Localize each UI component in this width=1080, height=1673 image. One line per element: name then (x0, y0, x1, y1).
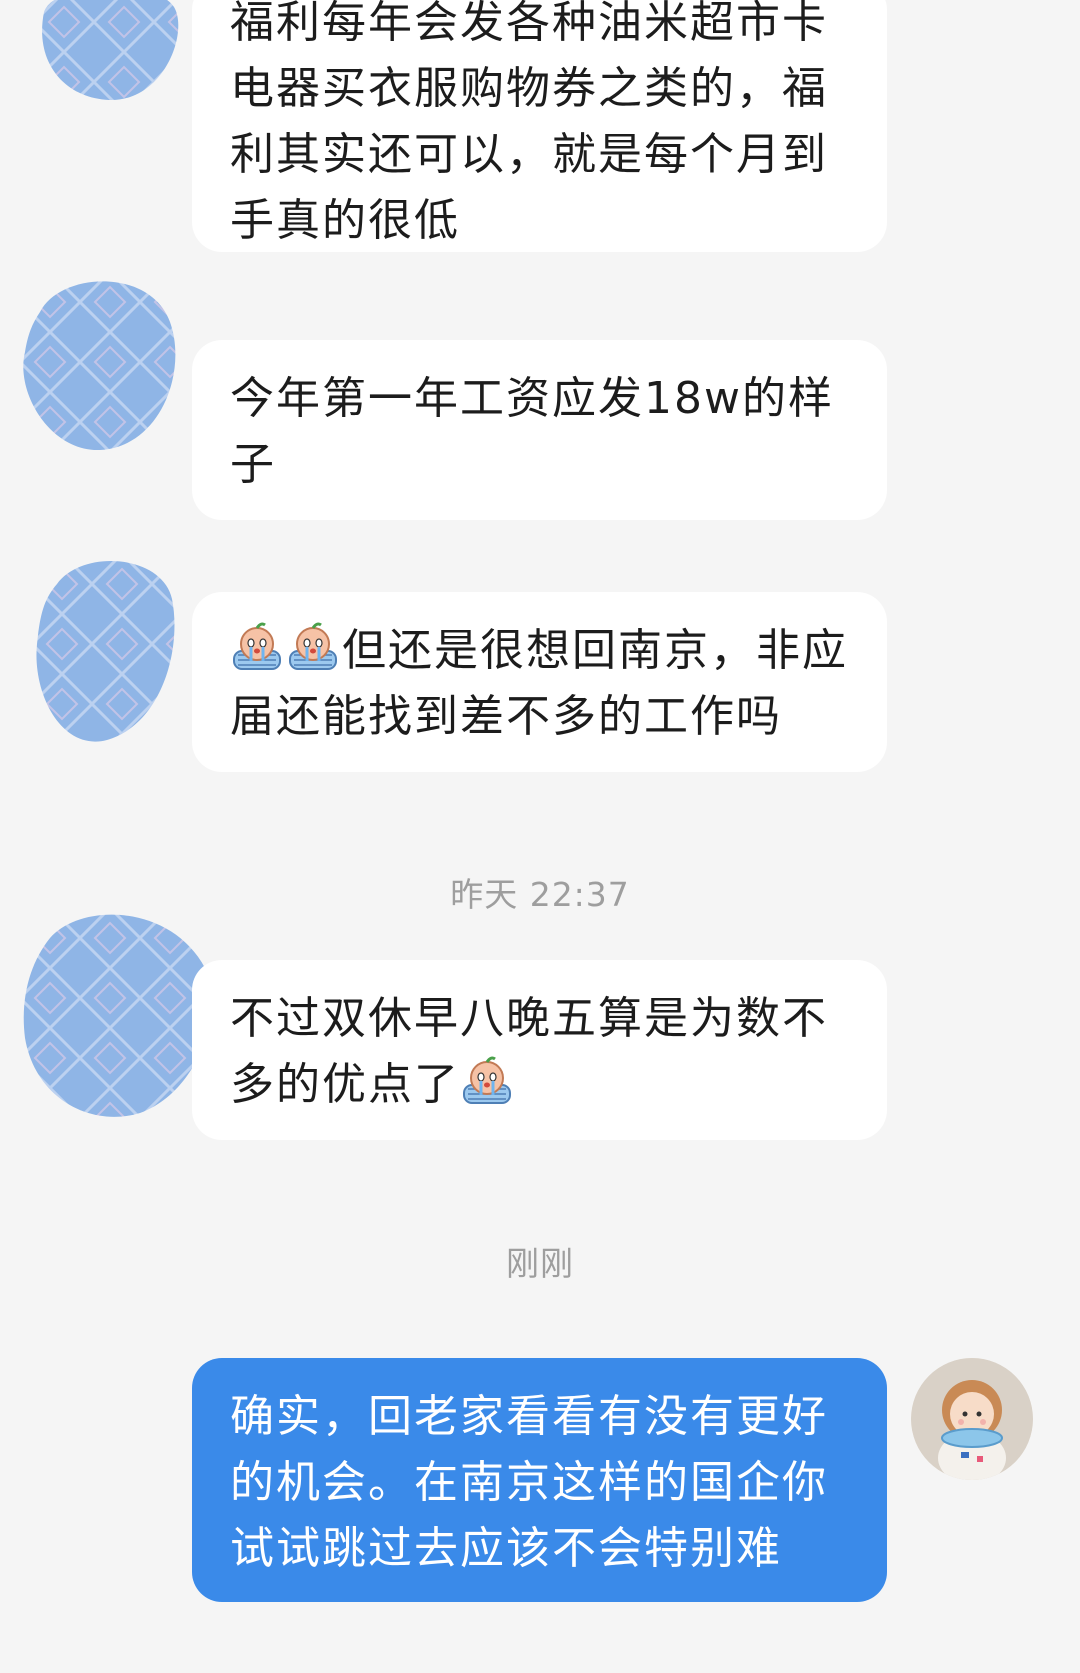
crying-baby-emoji-icon (286, 619, 340, 673)
crying-baby-emoji-icon (460, 1053, 514, 1107)
chat-message-list[interactable]: 福利每年会发各种油米超市卡电器买衣服购物券之类的，福利其实还可以，就是每个月到手… (0, 0, 1080, 1673)
message-bubble-incoming[interactable]: 但还是很想回南京，非应届还能找到差不多的工作吗 (192, 592, 887, 772)
message-text: 福利每年会发各种油米超市卡电器买衣服购物券之类的，福利其实还可以，就是每个月到手… (230, 0, 828, 246)
message-bubble-incoming[interactable]: 不过双休早八晚五算是为数不多的优点了 (192, 960, 887, 1140)
contact-avatar-redacted[interactable] (20, 908, 216, 1120)
message-bubble-incoming[interactable]: 福利每年会发各种油米超市卡电器买衣服购物券之类的，福利其实还可以，就是每个月到手… (192, 0, 887, 252)
contact-avatar-redacted[interactable] (34, 0, 182, 104)
redacted-avatar-icon (36, 561, 175, 742)
message-bubble-outgoing[interactable]: 确实，回老家看看有没有更好的机会。在南京这样的国企你试试跳过去应该不会特别难 (192, 1358, 887, 1602)
redacted-avatar-icon (23, 914, 212, 1117)
contact-avatar-redacted[interactable] (20, 272, 180, 454)
astronaut-figure-icon (911, 1358, 1033, 1480)
crying-baby-emoji-icon (230, 619, 284, 673)
contact-avatar-redacted[interactable] (32, 554, 178, 744)
redacted-avatar-icon (42, 0, 179, 101)
redacted-avatar-icon (23, 281, 176, 451)
message-text: 确实，回老家看看有没有更好的机会。在南京这样的国企你试试跳过去应该不会特别难 (230, 1391, 828, 1574)
message-text: 今年第一年工资应发18w的样子 (230, 373, 834, 490)
user-avatar[interactable] (911, 1358, 1033, 1480)
timestamp: 刚刚 (506, 1244, 574, 1283)
message-bubble-incoming[interactable]: 今年第一年工资应发18w的样子 (192, 340, 887, 520)
message-text: 不过双休早八晚五算是为数不多的优点了 (230, 993, 828, 1110)
